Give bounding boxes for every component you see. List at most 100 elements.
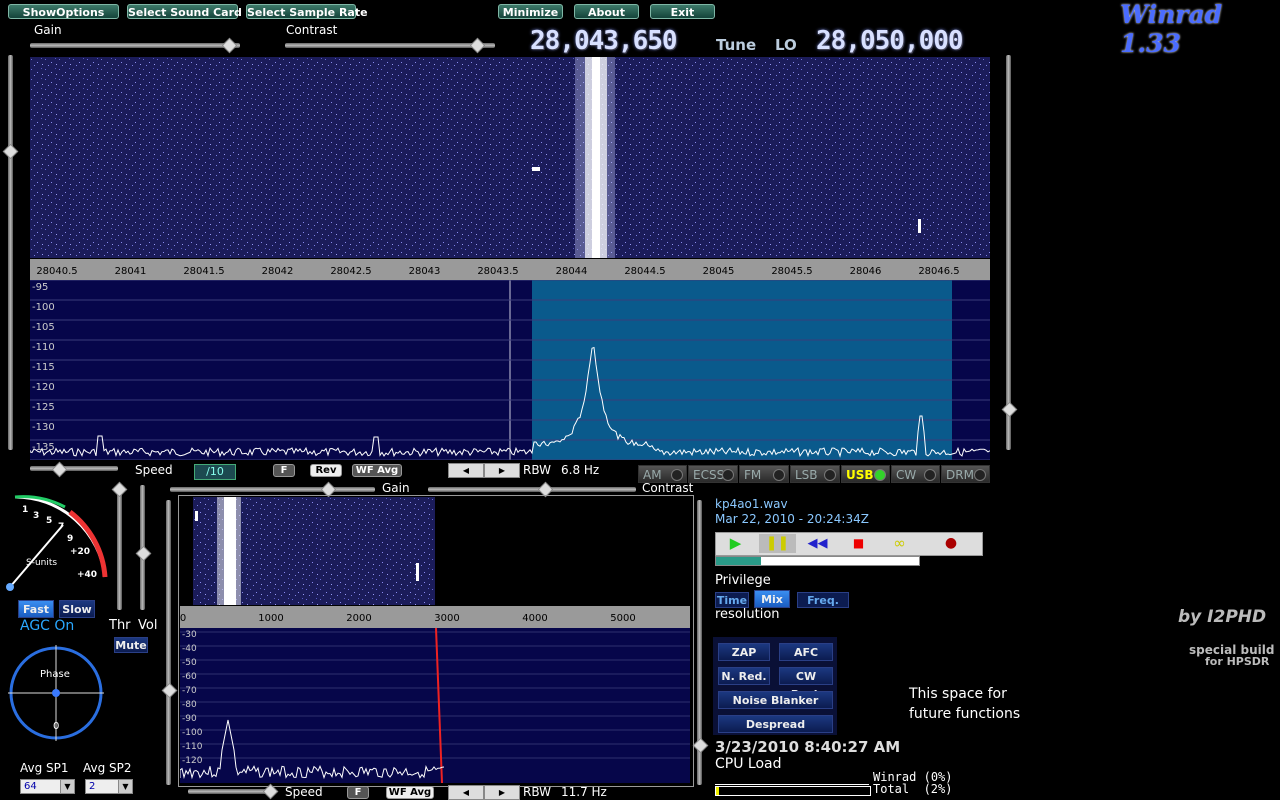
gain-slider[interactable] — [30, 43, 240, 48]
stop-icon: ■ — [852, 536, 865, 550]
time-button[interactable]: Time — [715, 592, 749, 608]
f-button[interactable]: F — [273, 464, 295, 477]
s-meter-svg — [6, 495, 108, 591]
db-tick-label: -120 — [32, 382, 55, 393]
mode-button-lsb[interactable]: LSB — [790, 465, 840, 483]
freq-button[interactable]: Freq. — [797, 592, 849, 608]
vol-slider-thumb[interactable] — [135, 545, 152, 562]
agc-slow-button[interactable]: Slow — [59, 600, 95, 618]
file-date: Mar 22, 2010 - 20:24:34Z — [715, 512, 869, 526]
exit-button[interactable]: Exit — [650, 4, 715, 19]
db-tick-label: -110 — [32, 342, 55, 353]
s-units-label: S-units — [26, 558, 58, 568]
s-meter-tick: +40 — [77, 570, 98, 580]
spec-right-slider-thumb[interactable] — [1001, 401, 1018, 418]
main-spectrum[interactable]: -95-100-105-110-115-120-125-130-135-140 — [30, 280, 990, 460]
pause-button[interactable]: ❚❚ — [759, 534, 796, 553]
main-frequency-scale[interactable]: 28040.5 28041 28041.5 28042 28042.5 28043 2804… — [30, 259, 990, 281]
wf-left-slider-thumb[interactable] — [2, 143, 19, 160]
main-spectrum-svg: -95-100-105-110-115-120-125-130-135-140 — [30, 280, 990, 460]
avg-sp1-select[interactable]: 64 ▼ — [20, 779, 75, 794]
mute-button[interactable]: Mute — [114, 637, 148, 653]
minimize-button[interactable]: Minimize — [498, 4, 563, 19]
rewind-button[interactable]: ◀◀ — [799, 534, 836, 553]
noise-reduction-button[interactable]: N. Red. — [718, 667, 770, 685]
cw-peak-button[interactable]: CW Peak — [779, 667, 833, 701]
sub-step-right-button[interactable]: ▶ — [484, 785, 520, 800]
play-button[interactable]: ▶ — [717, 534, 754, 553]
select-sample-rate-button[interactable]: Select Sample Rate — [246, 4, 368, 19]
gain-label: Gain — [34, 23, 62, 37]
thr-slider[interactable] — [117, 485, 122, 610]
passband-edge[interactable] — [435, 628, 443, 783]
show-options-button[interactable]: ShowOptions — [8, 4, 119, 19]
mode-button-drm[interactable]: DRM — [941, 465, 990, 483]
speed-slider[interactable] — [30, 466, 118, 471]
afc-button[interactable]: AFC — [779, 643, 833, 661]
sub-gain-slider[interactable] — [170, 487, 375, 492]
mode-button-ecss[interactable]: ECSS — [688, 465, 738, 483]
gain-slider-thumb[interactable] — [221, 37, 238, 54]
sub-wf-avg-button[interactable]: WF Avg — [386, 786, 434, 799]
db-tick-label: -120 — [182, 756, 203, 766]
contrast-slider-thumb[interactable] — [469, 37, 486, 54]
mode-button-fm[interactable]: FM — [739, 465, 789, 483]
speed-slider-thumb[interactable] — [51, 461, 68, 478]
sub-f-button[interactable]: F — [347, 786, 369, 799]
tune-frequency[interactable]: 28,043,650 — [530, 26, 678, 56]
noise-blanker-button[interactable]: Noise Blanker — [718, 691, 833, 709]
sub-left-slider-thumb[interactable] — [161, 682, 178, 699]
select-sound-card-button[interactable]: Select Sound Card — [127, 4, 242, 19]
speed-value[interactable]: /10 — [194, 464, 236, 480]
playback-progress-fill — [716, 557, 761, 565]
mode-button-cw[interactable]: CW — [891, 465, 940, 483]
sub-contrast-slider[interactable] — [428, 487, 636, 492]
step-right-button[interactable]: ▶ — [484, 463, 520, 478]
playback-progress[interactable] — [715, 556, 920, 566]
s-meter — [5, 487, 110, 597]
contrast-slider[interactable] — [285, 43, 495, 48]
mode-label: CW — [896, 468, 917, 482]
mode-label: DRM — [946, 468, 974, 482]
rewind-icon: ◀◀ — [807, 536, 828, 551]
rbw-label: RBW — [523, 463, 552, 477]
about-button[interactable]: About — [574, 4, 639, 19]
db-tick-label: -40 — [182, 644, 197, 654]
record-button[interactable]: ● — [922, 534, 980, 553]
db-tick-label: -70 — [182, 686, 197, 696]
agc-fast-button[interactable]: Fast — [18, 600, 54, 618]
loop-button[interactable]: ∞ — [881, 534, 918, 553]
sub-rbw-value: 11.7 Hz — [561, 785, 607, 799]
mode-button-usb[interactable]: USB — [841, 465, 890, 483]
stop-button[interactable]: ■ — [840, 534, 877, 553]
thr-slider-thumb[interactable] — [111, 481, 128, 498]
step-left-button[interactable]: ◀ — [448, 463, 484, 478]
despread-button[interactable]: Despread — [718, 715, 833, 733]
sub-right-slider-thumb[interactable] — [692, 737, 709, 754]
zap-button[interactable]: ZAP — [718, 643, 770, 661]
thr-label: Thr — [109, 618, 131, 633]
wf-left-slider[interactable] — [8, 55, 13, 450]
future-functions-text-2: future functions — [909, 706, 1021, 722]
main-waterfall[interactable] — [30, 57, 990, 258]
mix-button[interactable]: Mix — [754, 590, 790, 608]
spec-right-slider[interactable] — [1006, 55, 1011, 450]
sub-frequency-scale[interactable]: 0 1000 2000 3000 4000 5000 — [180, 606, 690, 628]
led-icon — [671, 469, 683, 481]
passband[interactable] — [532, 280, 952, 460]
lo-label: LO — [775, 36, 797, 54]
lo-frequency[interactable]: 28,050,000 — [816, 26, 964, 56]
cpu-total-label: Total (2%) — [873, 782, 952, 796]
avg-sp2-select[interactable]: 2 ▼ — [85, 779, 133, 794]
rev-button[interactable]: Rev — [310, 464, 342, 477]
sub-waterfall-svg — [193, 497, 435, 605]
sub-spectrum[interactable]: -30 -40 -50 -60 -70 -80 -90 -100 -110 -120 — [180, 628, 690, 783]
wf-avg-button[interactable]: WF Avg — [352, 464, 402, 477]
scale-tick-label: 28046.5 — [918, 266, 960, 277]
db-tick-label: -105 — [32, 322, 55, 333]
led-icon — [722, 469, 734, 481]
sub-waterfall[interactable] — [193, 497, 435, 605]
sub-left-slider[interactable] — [166, 500, 171, 785]
sub-step-left-button[interactable]: ◀ — [448, 785, 484, 800]
agc-on-label: AGC On — [20, 618, 75, 634]
